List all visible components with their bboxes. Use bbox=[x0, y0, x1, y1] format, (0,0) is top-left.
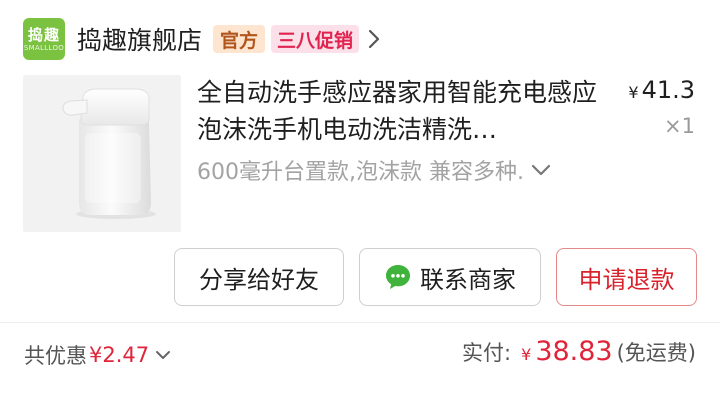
chevron-down-icon[interactable] bbox=[530, 163, 552, 177]
discount-amount: ¥2.47 bbox=[89, 343, 150, 367]
product-title[interactable]: 全自动洗手感应器家用智能充电感应泡沫洗手机电动洗洁精洗… bbox=[197, 74, 597, 148]
shipping-note: (免运费) bbox=[616, 341, 696, 365]
contact-seller-button[interactable]: 联系商家 bbox=[359, 248, 541, 306]
store-name[interactable]: 捣趣旗舰店 bbox=[77, 21, 202, 57]
product-quantity: ×1 bbox=[664, 114, 695, 138]
product-variant[interactable]: 600毫升台置款,泡沫款 兼容多种. bbox=[197, 154, 607, 186]
variant-text: 600毫升台置款,泡沫款 兼容多种. bbox=[197, 160, 524, 185]
discount-summary[interactable]: 共优惠 ¥2.47 bbox=[24, 340, 171, 370]
chevron-right-icon[interactable] bbox=[367, 28, 381, 50]
product-price: ¥41.3 bbox=[628, 76, 695, 104]
total-paid: 实付: ¥ 38.83 (免运费) bbox=[462, 336, 696, 367]
price-currency: ¥ bbox=[628, 83, 639, 102]
total-currency: ¥ bbox=[521, 345, 532, 364]
request-refund-button[interactable]: 申请退款 bbox=[556, 248, 697, 306]
official-badge: 官方 bbox=[213, 25, 266, 53]
chevron-down-icon[interactable] bbox=[155, 349, 171, 361]
total-label: 实付: bbox=[462, 341, 512, 365]
contact-seller-label: 联系商家 bbox=[420, 265, 516, 294]
divider bbox=[0, 322, 720, 323]
share-button[interactable]: 分享给好友 bbox=[174, 248, 344, 306]
order-item-card: 捣趣 SMALLLOO 捣趣旗舰店 官方 三八促销 全自动洗手感应器家用智能充电… bbox=[0, 0, 720, 401]
store-logo-text: 捣趣 bbox=[27, 25, 60, 44]
chat-bubble-icon bbox=[384, 263, 412, 291]
store-header[interactable]: 捣趣 SMALLLOO 捣趣旗舰店 官方 三八促销 bbox=[23, 18, 381, 60]
product-image[interactable] bbox=[23, 75, 181, 232]
store-logo: 捣趣 SMALLLOO bbox=[23, 18, 65, 60]
discount-label: 共优惠 bbox=[24, 344, 87, 368]
total-amount: 38.83 bbox=[535, 336, 613, 367]
price-value: 41.3 bbox=[641, 76, 695, 104]
promo-badge: 三八促销 bbox=[271, 25, 360, 53]
store-logo-subtext: SMALLLOO bbox=[23, 43, 65, 52]
